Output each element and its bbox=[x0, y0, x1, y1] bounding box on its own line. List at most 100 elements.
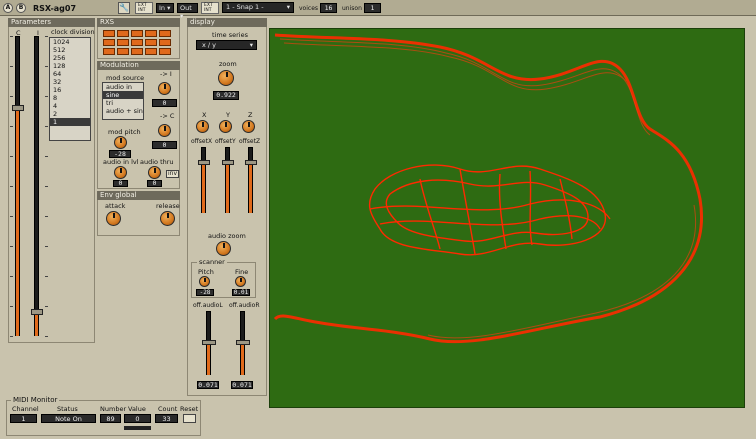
rxs-button[interactable] bbox=[117, 48, 129, 55]
offset-y-handle[interactable] bbox=[222, 160, 234, 165]
scanner-label: scanner bbox=[197, 258, 227, 266]
rxs-button[interactable] bbox=[159, 39, 171, 46]
audio-thru-value[interactable]: 0 bbox=[147, 180, 162, 187]
mod-source-item[interactable]: audio + sin bbox=[103, 107, 143, 115]
rxs-button[interactable] bbox=[131, 48, 143, 55]
z-label: Z bbox=[248, 111, 253, 119]
clock-division-item[interactable]: 4 bbox=[50, 102, 90, 110]
display-header: display bbox=[187, 18, 267, 27]
rxs-button[interactable] bbox=[145, 48, 157, 55]
off-audio-r-handle[interactable] bbox=[236, 340, 250, 345]
x-knob-pointer bbox=[202, 122, 204, 127]
clock-division-list[interactable]: 1024 512 256 128 64 32 16 8 4 2 1 bbox=[49, 37, 91, 141]
audio-zoom-knob[interactable] bbox=[216, 241, 231, 256]
off-audio-l-fill bbox=[207, 343, 210, 375]
pitch-value[interactable]: -28 bbox=[196, 289, 214, 296]
slider-tick bbox=[45, 306, 48, 307]
slider-tick bbox=[10, 126, 13, 127]
y-knob-pointer bbox=[225, 122, 227, 127]
zoom-knob[interactable] bbox=[218, 70, 234, 86]
device-title: RSX-ag07 bbox=[33, 4, 77, 13]
attack-knob[interactable] bbox=[106, 211, 121, 226]
mod-source-item[interactable]: audio in bbox=[103, 83, 143, 91]
unison-display[interactable]: 1 bbox=[364, 3, 381, 13]
fine-knob[interactable] bbox=[235, 276, 246, 287]
rxs-button[interactable] bbox=[117, 30, 129, 37]
mod-source-list[interactable]: audio in sine tri audio + sin bbox=[102, 82, 144, 120]
ext-int-switch-1[interactable]: EXT INT bbox=[135, 2, 153, 14]
c-slider[interactable] bbox=[12, 36, 24, 338]
to-i-label: -> I bbox=[160, 70, 172, 78]
reset-button[interactable] bbox=[183, 414, 196, 423]
y-knob[interactable] bbox=[219, 120, 232, 133]
c-slider-handle[interactable] bbox=[12, 105, 24, 111]
slider-tick bbox=[10, 186, 13, 187]
clock-division-item[interactable]: 1024 bbox=[50, 38, 90, 46]
clock-division-label: clock division bbox=[51, 28, 95, 36]
mod-pitch-knob[interactable] bbox=[114, 136, 127, 149]
to-i-knob-pointer bbox=[164, 84, 166, 89]
to-c-value[interactable]: 0 bbox=[152, 141, 177, 149]
rxs-button[interactable] bbox=[103, 30, 115, 37]
inv-toggle[interactable]: inv bbox=[166, 170, 179, 178]
clock-division-item[interactable]: 32 bbox=[50, 78, 90, 86]
b-button[interactable]: B bbox=[16, 3, 26, 13]
zoom-value[interactable]: 0.922 bbox=[213, 91, 239, 100]
rxs-button[interactable] bbox=[159, 30, 171, 37]
off-audio-l-value[interactable]: 0.071 bbox=[197, 381, 219, 389]
i-slider-handle[interactable] bbox=[31, 309, 43, 315]
rxs-button[interactable] bbox=[159, 48, 171, 55]
offset-z-handle[interactable] bbox=[245, 160, 257, 165]
to-i-knob[interactable] bbox=[158, 82, 171, 95]
to-c-knob-pointer bbox=[164, 126, 166, 131]
rxs-button[interactable] bbox=[145, 30, 157, 37]
i-slider[interactable] bbox=[31, 36, 43, 338]
rxs-button[interactable] bbox=[117, 39, 129, 46]
release-knob[interactable] bbox=[160, 211, 175, 226]
to-c-knob[interactable] bbox=[158, 124, 171, 137]
rxs-button[interactable] bbox=[145, 39, 157, 46]
fine-value[interactable]: 0.01 bbox=[232, 289, 250, 296]
rxs-button[interactable] bbox=[103, 39, 115, 46]
offset-x-slider[interactable] bbox=[198, 147, 210, 215]
to-i-value[interactable]: 0 bbox=[152, 99, 177, 107]
offset-x-handle[interactable] bbox=[198, 160, 210, 165]
audio-in-lvl-value[interactable]: 0 bbox=[113, 180, 128, 187]
off-audio-l-slider[interactable] bbox=[202, 311, 216, 377]
audio-thru-knob[interactable] bbox=[148, 166, 161, 179]
out-select[interactable]: Out ▾ bbox=[177, 3, 198, 20]
in-select[interactable]: In ▾ bbox=[156, 3, 174, 13]
clock-division-item[interactable]: 512 bbox=[50, 46, 90, 54]
ext-int-switch-2[interactable]: EXT INT bbox=[201, 2, 219, 14]
env-global-header: Env global bbox=[97, 191, 180, 200]
clock-division-item[interactable]: 8 bbox=[50, 94, 90, 102]
off-audio-r-slider[interactable] bbox=[236, 311, 250, 377]
rxs-button[interactable] bbox=[103, 48, 115, 55]
clock-division-item[interactable]: 1 bbox=[50, 118, 90, 126]
offset-y-slider[interactable] bbox=[222, 147, 234, 215]
pitch-knob-pointer bbox=[204, 278, 206, 282]
a-button[interactable]: A bbox=[3, 3, 13, 13]
off-audio-l-handle[interactable] bbox=[202, 340, 216, 345]
mod-source-item[interactable]: sine bbox=[103, 91, 143, 99]
mod-pitch-value[interactable]: -28 bbox=[109, 150, 131, 158]
offset-z-slider[interactable] bbox=[245, 147, 257, 215]
audio-in-lvl-knob[interactable] bbox=[114, 166, 127, 179]
clock-division-item[interactable]: 64 bbox=[50, 70, 90, 78]
clock-division-item[interactable]: 128 bbox=[50, 62, 90, 70]
clock-division-item[interactable]: 16 bbox=[50, 86, 90, 94]
mode-select[interactable]: x / y ▾ bbox=[196, 40, 257, 50]
off-audio-r-value[interactable]: 0.071 bbox=[231, 381, 253, 389]
snapshot-select[interactable]: 1 - Snap 1 - ▾ bbox=[222, 2, 294, 13]
pitch-knob[interactable] bbox=[199, 276, 210, 287]
z-knob[interactable] bbox=[242, 120, 255, 133]
rxs-button[interactable] bbox=[131, 30, 143, 37]
clock-division-item[interactable]: 256 bbox=[50, 54, 90, 62]
wrench-icon[interactable]: 🔧 bbox=[118, 2, 130, 14]
clock-division-item[interactable]: 2 bbox=[50, 110, 90, 118]
x-knob[interactable] bbox=[196, 120, 209, 133]
mod-source-item[interactable]: tri bbox=[103, 99, 143, 107]
rxs-button[interactable] bbox=[131, 39, 143, 46]
scope-display[interactable] bbox=[269, 28, 745, 408]
voices-display[interactable]: 16 bbox=[320, 3, 337, 13]
